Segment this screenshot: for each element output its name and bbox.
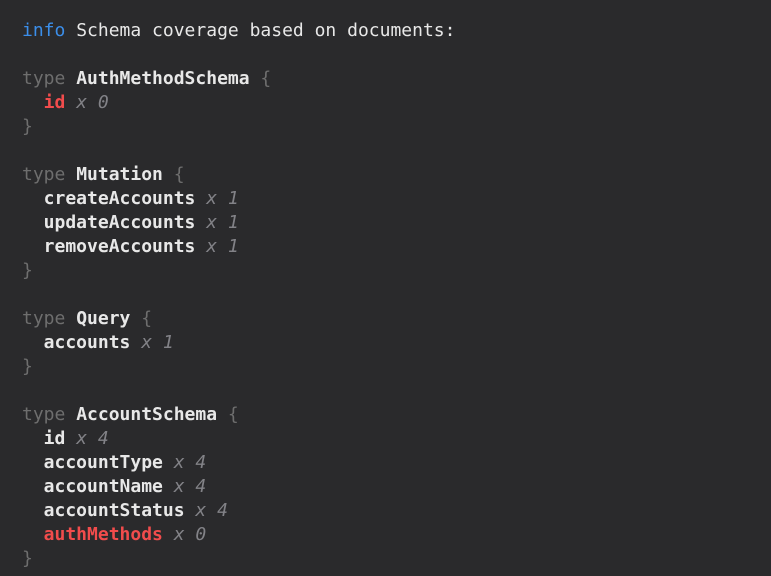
field-usage-count: x 4 xyxy=(195,500,228,521)
blank-line xyxy=(22,139,771,163)
field-usage-count: x 4 xyxy=(76,428,109,449)
info-header-line: info Schema coverage based on documents: xyxy=(22,19,771,43)
type-name: AuthMethodSchema xyxy=(76,68,249,89)
schema-block-authmethodschema: type AuthMethodSchema { id x 0 } xyxy=(22,67,771,139)
blank-line xyxy=(22,283,771,307)
type-name: Mutation xyxy=(76,164,163,185)
closing-brace-line: } xyxy=(22,355,771,379)
schema-block-query: type Query { accounts x 1 } xyxy=(22,307,771,379)
close-brace: } xyxy=(22,356,33,377)
field-name: updateAccounts xyxy=(44,212,196,233)
type-keyword: type xyxy=(22,164,65,185)
field-usage-count: x 4 xyxy=(174,452,207,473)
field-name: accountStatus xyxy=(44,500,185,521)
field-line: accounts x 1 xyxy=(22,331,771,355)
type-declaration-line: type AuthMethodSchema { xyxy=(22,67,771,91)
field-line: id x 0 xyxy=(22,91,771,115)
type-keyword: type xyxy=(22,308,65,329)
field-name: id xyxy=(44,428,66,449)
open-brace: { xyxy=(141,308,152,329)
field-usage-count: x 1 xyxy=(206,212,239,233)
close-brace: } xyxy=(22,116,33,137)
type-name: AccountSchema xyxy=(76,404,217,425)
field-line: accountStatus x 4 xyxy=(22,499,771,523)
field-line: accountName x 4 xyxy=(22,475,771,499)
field-name: accounts xyxy=(44,332,131,353)
field-name: createAccounts xyxy=(44,188,196,209)
open-brace: { xyxy=(260,68,271,89)
field-name: accountName xyxy=(44,476,163,497)
schema-block-accountschema: typeAccountSchema{ idx 4 accountTypex 4 … xyxy=(22,403,771,571)
type-declaration-line: type AccountSchema { xyxy=(22,403,771,427)
field-line: accountType x 4 xyxy=(22,451,771,475)
header-text: Schema coverage based on documents: xyxy=(76,20,455,41)
type-declaration-line: type Query { xyxy=(22,307,771,331)
field-name: id xyxy=(44,92,66,113)
field-line: updateAccounts x 1 xyxy=(22,211,771,235)
blank-line xyxy=(22,43,771,67)
field-usage-count: x 0 xyxy=(76,92,109,113)
type-declaration-line: type Mutation { xyxy=(22,163,771,187)
open-brace: { xyxy=(228,404,239,425)
type-name: Query xyxy=(76,308,130,329)
closing-brace-line: } xyxy=(22,259,771,283)
type-keyword: type xyxy=(22,68,65,89)
field-usage-count: x 0 xyxy=(174,524,207,545)
field-usage-count: x 1 xyxy=(141,332,174,353)
field-line: removeAccounts x 1 xyxy=(22,235,771,259)
field-line: id x 4 xyxy=(22,427,771,451)
field-usage-count: x 1 xyxy=(206,188,239,209)
field-line: authMethods x 0 xyxy=(22,523,771,547)
field-line: createAccounts x 1 xyxy=(22,187,771,211)
field-name: removeAccounts xyxy=(44,236,196,257)
closing-brace-line: } xyxy=(22,547,771,571)
field-usage-count: x 4 xyxy=(174,476,207,497)
field-usage-count: x 1 xyxy=(206,236,239,257)
open-brace: { xyxy=(174,164,185,185)
closing-brace-line: } xyxy=(22,115,771,139)
field-name: authMethods xyxy=(44,524,163,545)
terminal-output: infoSchema coverage based on documents: … xyxy=(0,0,771,576)
blank-line xyxy=(22,379,771,403)
close-brace: } xyxy=(22,260,33,281)
type-keyword: type xyxy=(22,404,65,425)
schema-block-mutation: type Mutation { createAccounts x 1 updateAc… xyxy=(22,163,771,283)
close-brace: } xyxy=(22,548,33,569)
info-label: info xyxy=(22,20,65,41)
field-name: accountType xyxy=(44,452,163,473)
